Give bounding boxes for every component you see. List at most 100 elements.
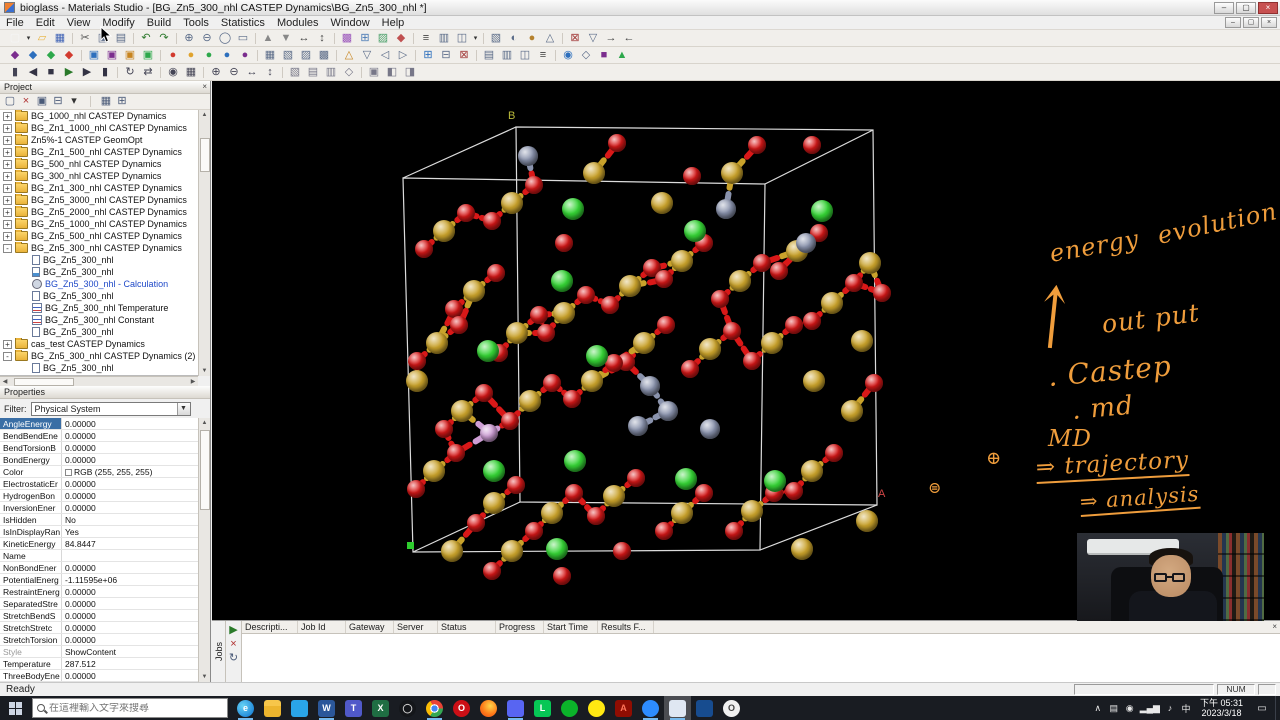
toolbar-icon[interactable]: ▽ xyxy=(584,31,602,46)
tree-item[interactable]: + BG_300_nhl CASTEP Dynamics xyxy=(0,170,198,182)
toolbar-icon[interactable]: ◐ xyxy=(505,31,523,46)
property-value-cell[interactable] xyxy=(62,550,198,561)
expand-toggle-icon[interactable]: + xyxy=(3,147,12,157)
property-value-cell[interactable]: 0.00000 xyxy=(62,622,198,633)
toolbar-icon[interactable]: ≡ xyxy=(417,31,435,46)
toolbar-icon[interactable]: △ xyxy=(340,48,358,63)
toolbar-icon[interactable]: ▥ xyxy=(435,31,453,46)
toolbar-icon[interactable]: ◇ xyxy=(340,65,358,80)
taskbar-app-button[interactable] xyxy=(259,696,286,720)
tree-item[interactable]: + BG_1000_nhl CASTEP Dynamics xyxy=(0,110,198,122)
taskbar-app-button[interactable] xyxy=(421,696,448,720)
property-row[interactable]: PotentialEnerg -1.11595e+06 xyxy=(0,574,198,586)
toolbar-icon[interactable]: ▷ xyxy=(394,48,412,63)
tree-item[interactable]: + BG_Zn1_300_nhl CASTEP Dynamics xyxy=(0,182,198,194)
property-value-cell[interactable]: 0.00000 xyxy=(62,562,198,573)
property-value-cell[interactable]: 0.00000 xyxy=(62,442,198,453)
toolbar-icon[interactable] xyxy=(333,48,340,63)
toolbar-icon[interactable]: ◫ xyxy=(516,48,534,63)
chevron-down-icon[interactable]: ▼ xyxy=(176,402,190,415)
property-row[interactable]: StretchTorsion 0.00000 xyxy=(0,634,198,646)
toolbar-icon[interactable]: ▾ xyxy=(471,31,480,46)
property-row[interactable]: StretchStretc 0.00000 xyxy=(0,622,198,634)
action-center-icon[interactable]: ▭ xyxy=(1249,696,1275,720)
property-row[interactable]: Name xyxy=(0,550,198,562)
toolbar-icon[interactable]: ◆ xyxy=(42,48,60,63)
property-value-cell[interactable]: 0.00000 xyxy=(62,490,198,501)
toolbar-icon[interactable]: ◉ xyxy=(559,48,577,63)
taskbar-app-button[interactable] xyxy=(664,696,691,720)
minimize-button[interactable]: – xyxy=(1214,2,1234,14)
property-row[interactable]: Style ShowContent xyxy=(0,646,198,658)
taskbar-clock[interactable]: 下午 05:31 2023/3/18 xyxy=(1194,698,1249,719)
filter-select[interactable]: Physical System ▼ xyxy=(30,401,191,416)
toolbar-icon[interactable] xyxy=(69,31,76,46)
taskbar-app-button[interactable] xyxy=(502,696,529,720)
taskbar-app-button[interactable]: O xyxy=(448,696,475,720)
toolbar-icon[interactable] xyxy=(114,65,121,80)
toolbar-icon[interactable] xyxy=(559,31,566,46)
toolbar-icon[interactable] xyxy=(252,31,259,46)
toolbar-icon[interactable]: ◫ xyxy=(453,31,471,46)
taskbar-app-button[interactable]: O xyxy=(718,696,745,720)
jobs-tab[interactable]: Jobs xyxy=(212,621,226,683)
toolbar-icon[interactable]: ▧ xyxy=(487,31,505,46)
toolbar-icon[interactable]: ● xyxy=(182,48,200,63)
tree-item[interactable]: + BG_Zn5_2000_nhl CASTEP Dynamics xyxy=(0,206,198,218)
menu-item[interactable]: Window xyxy=(325,16,376,30)
toolbar-icon[interactable]: ◆ xyxy=(6,48,24,63)
property-row[interactable]: NonBondEner 0.00000 xyxy=(0,562,198,574)
toolbar-icon[interactable]: ◯ xyxy=(216,31,234,46)
toolbar-icon[interactable]: ↔ xyxy=(295,31,313,46)
toolbar-icon[interactable] xyxy=(410,31,417,46)
toolbar-icon[interactable] xyxy=(552,48,559,63)
property-row[interactable]: AngleEnergy 0.00000 xyxy=(0,418,198,430)
toolbar-icon[interactable]: ✂ xyxy=(76,31,94,46)
property-value-cell[interactable]: 0.00000 xyxy=(62,454,198,465)
toolbar-icon[interactable]: ↕ xyxy=(261,65,279,80)
property-row[interactable]: BendBendEne 0.00000 xyxy=(0,430,198,442)
toolbar-icon[interactable]: ▨ xyxy=(374,31,392,46)
project-toolbar-icon[interactable]: ⊟ xyxy=(50,95,66,109)
jobs-toolbar-icon[interactable]: × xyxy=(227,637,241,651)
property-value-cell[interactable]: 287.512 xyxy=(62,658,198,669)
project-toolbar-icon[interactable]: ▣ xyxy=(34,95,50,109)
tree-item[interactable]: - BG_Zn5_300_nhl CASTEP Dynamics (2) xyxy=(0,350,198,362)
tree-item[interactable]: + BG_500_nhl CASTEP Dynamics xyxy=(0,158,198,170)
property-value-cell[interactable]: RGB (255, 255, 255) xyxy=(62,466,198,477)
property-row[interactable]: Temperature 287.512 xyxy=(0,658,198,670)
scroll-left-icon[interactable]: ◀ xyxy=(0,378,10,385)
toolbar-icon[interactable]: → xyxy=(602,31,620,46)
toolbar-icon[interactable]: ▥ xyxy=(322,65,340,80)
toolbar-icon[interactable]: ▣ xyxy=(103,48,121,63)
toolbar-icon[interactable]: ⊠ xyxy=(455,48,473,63)
property-row[interactable]: HydrogenBon 0.00000 xyxy=(0,490,198,502)
tree-item[interactable]: BG_Zn5_300_nhl xyxy=(0,254,198,266)
jobs-toolbar-icon[interactable]: ↻ xyxy=(227,651,241,665)
property-row[interactable]: ElectrostaticEr 0.00000 xyxy=(0,478,198,490)
tree-item[interactable]: + BG_Zn5_3000_nhl CASTEP Dynamics xyxy=(0,194,198,206)
project-toolbar-icon[interactable]: ▢ xyxy=(2,95,18,109)
expand-toggle-icon[interactable]: + xyxy=(3,195,12,205)
jobs-column-header[interactable]: Results F... xyxy=(598,621,654,633)
toolbar-icon[interactable]: ▣ xyxy=(365,65,383,80)
toolbar-icon[interactable]: ▲ xyxy=(259,31,277,46)
expand-toggle-icon[interactable]: + xyxy=(3,231,12,241)
toolbar-icon[interactable]: ⊞ xyxy=(419,48,437,63)
taskbar-app-button[interactable]: T xyxy=(340,696,367,720)
toolbar-icon[interactable]: ◁ xyxy=(376,48,394,63)
expand-toggle-icon[interactable]: - xyxy=(3,351,12,361)
scroll-down-icon[interactable]: ▼ xyxy=(202,366,208,376)
expand-toggle-icon[interactable]: + xyxy=(3,171,12,181)
property-value-cell[interactable]: -1.11595e+06 xyxy=(62,574,198,585)
menu-item[interactable]: Edit xyxy=(30,16,61,30)
expand-toggle-icon[interactable]: + xyxy=(3,111,12,121)
property-value-cell[interactable]: ShowContent xyxy=(62,646,198,657)
property-row[interactable]: InversionEner 0.00000 xyxy=(0,502,198,514)
child-restore-button[interactable]: ▢ xyxy=(1243,17,1259,28)
toolbar-icon[interactable] xyxy=(157,65,164,80)
toolbar-icon[interactable]: ◨ xyxy=(401,65,419,80)
toolbar-icon[interactable]: ▾ xyxy=(24,31,33,46)
tree-item[interactable]: + Zn5%-1 CASTEP GeomOpt xyxy=(0,134,198,146)
toolbar-icon[interactable]: △ xyxy=(541,31,559,46)
